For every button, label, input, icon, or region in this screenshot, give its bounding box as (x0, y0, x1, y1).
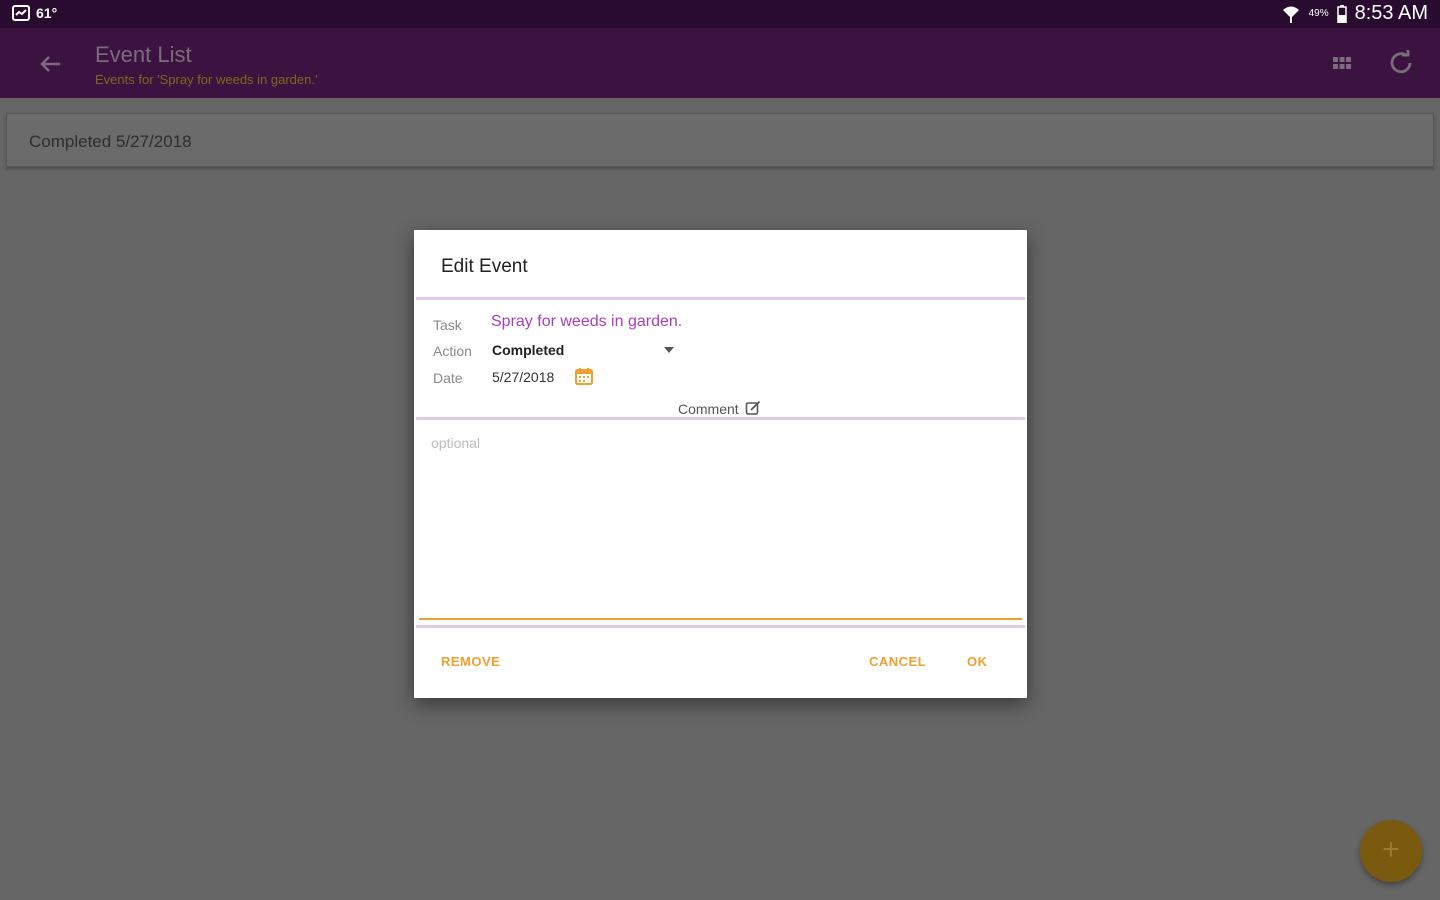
battery-icon (1336, 4, 1347, 23)
dropdown-arrow-icon[interactable] (664, 347, 674, 353)
ok-button[interactable]: OK (967, 654, 988, 669)
back-arrow-icon[interactable] (36, 50, 64, 78)
comment-divider (416, 417, 1025, 420)
clock-text: 8:53 AM (1354, 2, 1428, 24)
date-label: Date (433, 370, 463, 386)
comment-input[interactable] (419, 425, 1022, 620)
remove-button[interactable]: REMOVE (441, 654, 500, 669)
grid-view-icon[interactable] (1330, 52, 1354, 76)
task-label: Task (433, 317, 462, 333)
cancel-button[interactable]: CANCEL (869, 654, 926, 669)
app-bar-title: Event List (95, 42, 192, 67)
refresh-icon[interactable] (1386, 48, 1416, 78)
edit-comment-icon[interactable] (745, 400, 761, 416)
add-event-fab[interactable]: + (1360, 820, 1422, 882)
app-bar-subtitle: Events for 'Spray for weeds in garden.' (95, 72, 318, 87)
comment-label: Comment (678, 401, 739, 417)
calendar-icon[interactable] (574, 366, 594, 386)
weather-icon (12, 5, 30, 21)
wifi-icon (1282, 6, 1299, 23)
task-value: Spray for weeds in garden. (491, 313, 683, 330)
event-list-item[interactable]: Completed 5/27/2018 (6, 113, 1434, 167)
buttons-divider (416, 625, 1025, 628)
event-list-item-text: Completed 5/27/2018 (29, 132, 192, 151)
edit-event-dialog: Edit Event Task Spray for weeds in garde… (414, 230, 1027, 698)
status-bar-right: 49% 8:53 AM (1281, 2, 1428, 25)
dialog-title: Edit Event (441, 256, 528, 277)
status-bar: 61° 49% 8:53 AM (0, 0, 1440, 28)
action-dropdown[interactable]: Completed (492, 342, 564, 358)
date-value[interactable]: 5/27/2018 (492, 369, 554, 385)
app-bar: Event List Events for 'Spray for weeds i… (0, 28, 1440, 98)
temperature-text: 61° (36, 5, 58, 21)
dialog-title-divider (416, 297, 1025, 300)
action-label: Action (433, 343, 472, 359)
battery-percent-text: 49% (1308, 8, 1329, 19)
plus-icon: + (1382, 833, 1400, 866)
status-bar-left: 61° (12, 4, 57, 22)
